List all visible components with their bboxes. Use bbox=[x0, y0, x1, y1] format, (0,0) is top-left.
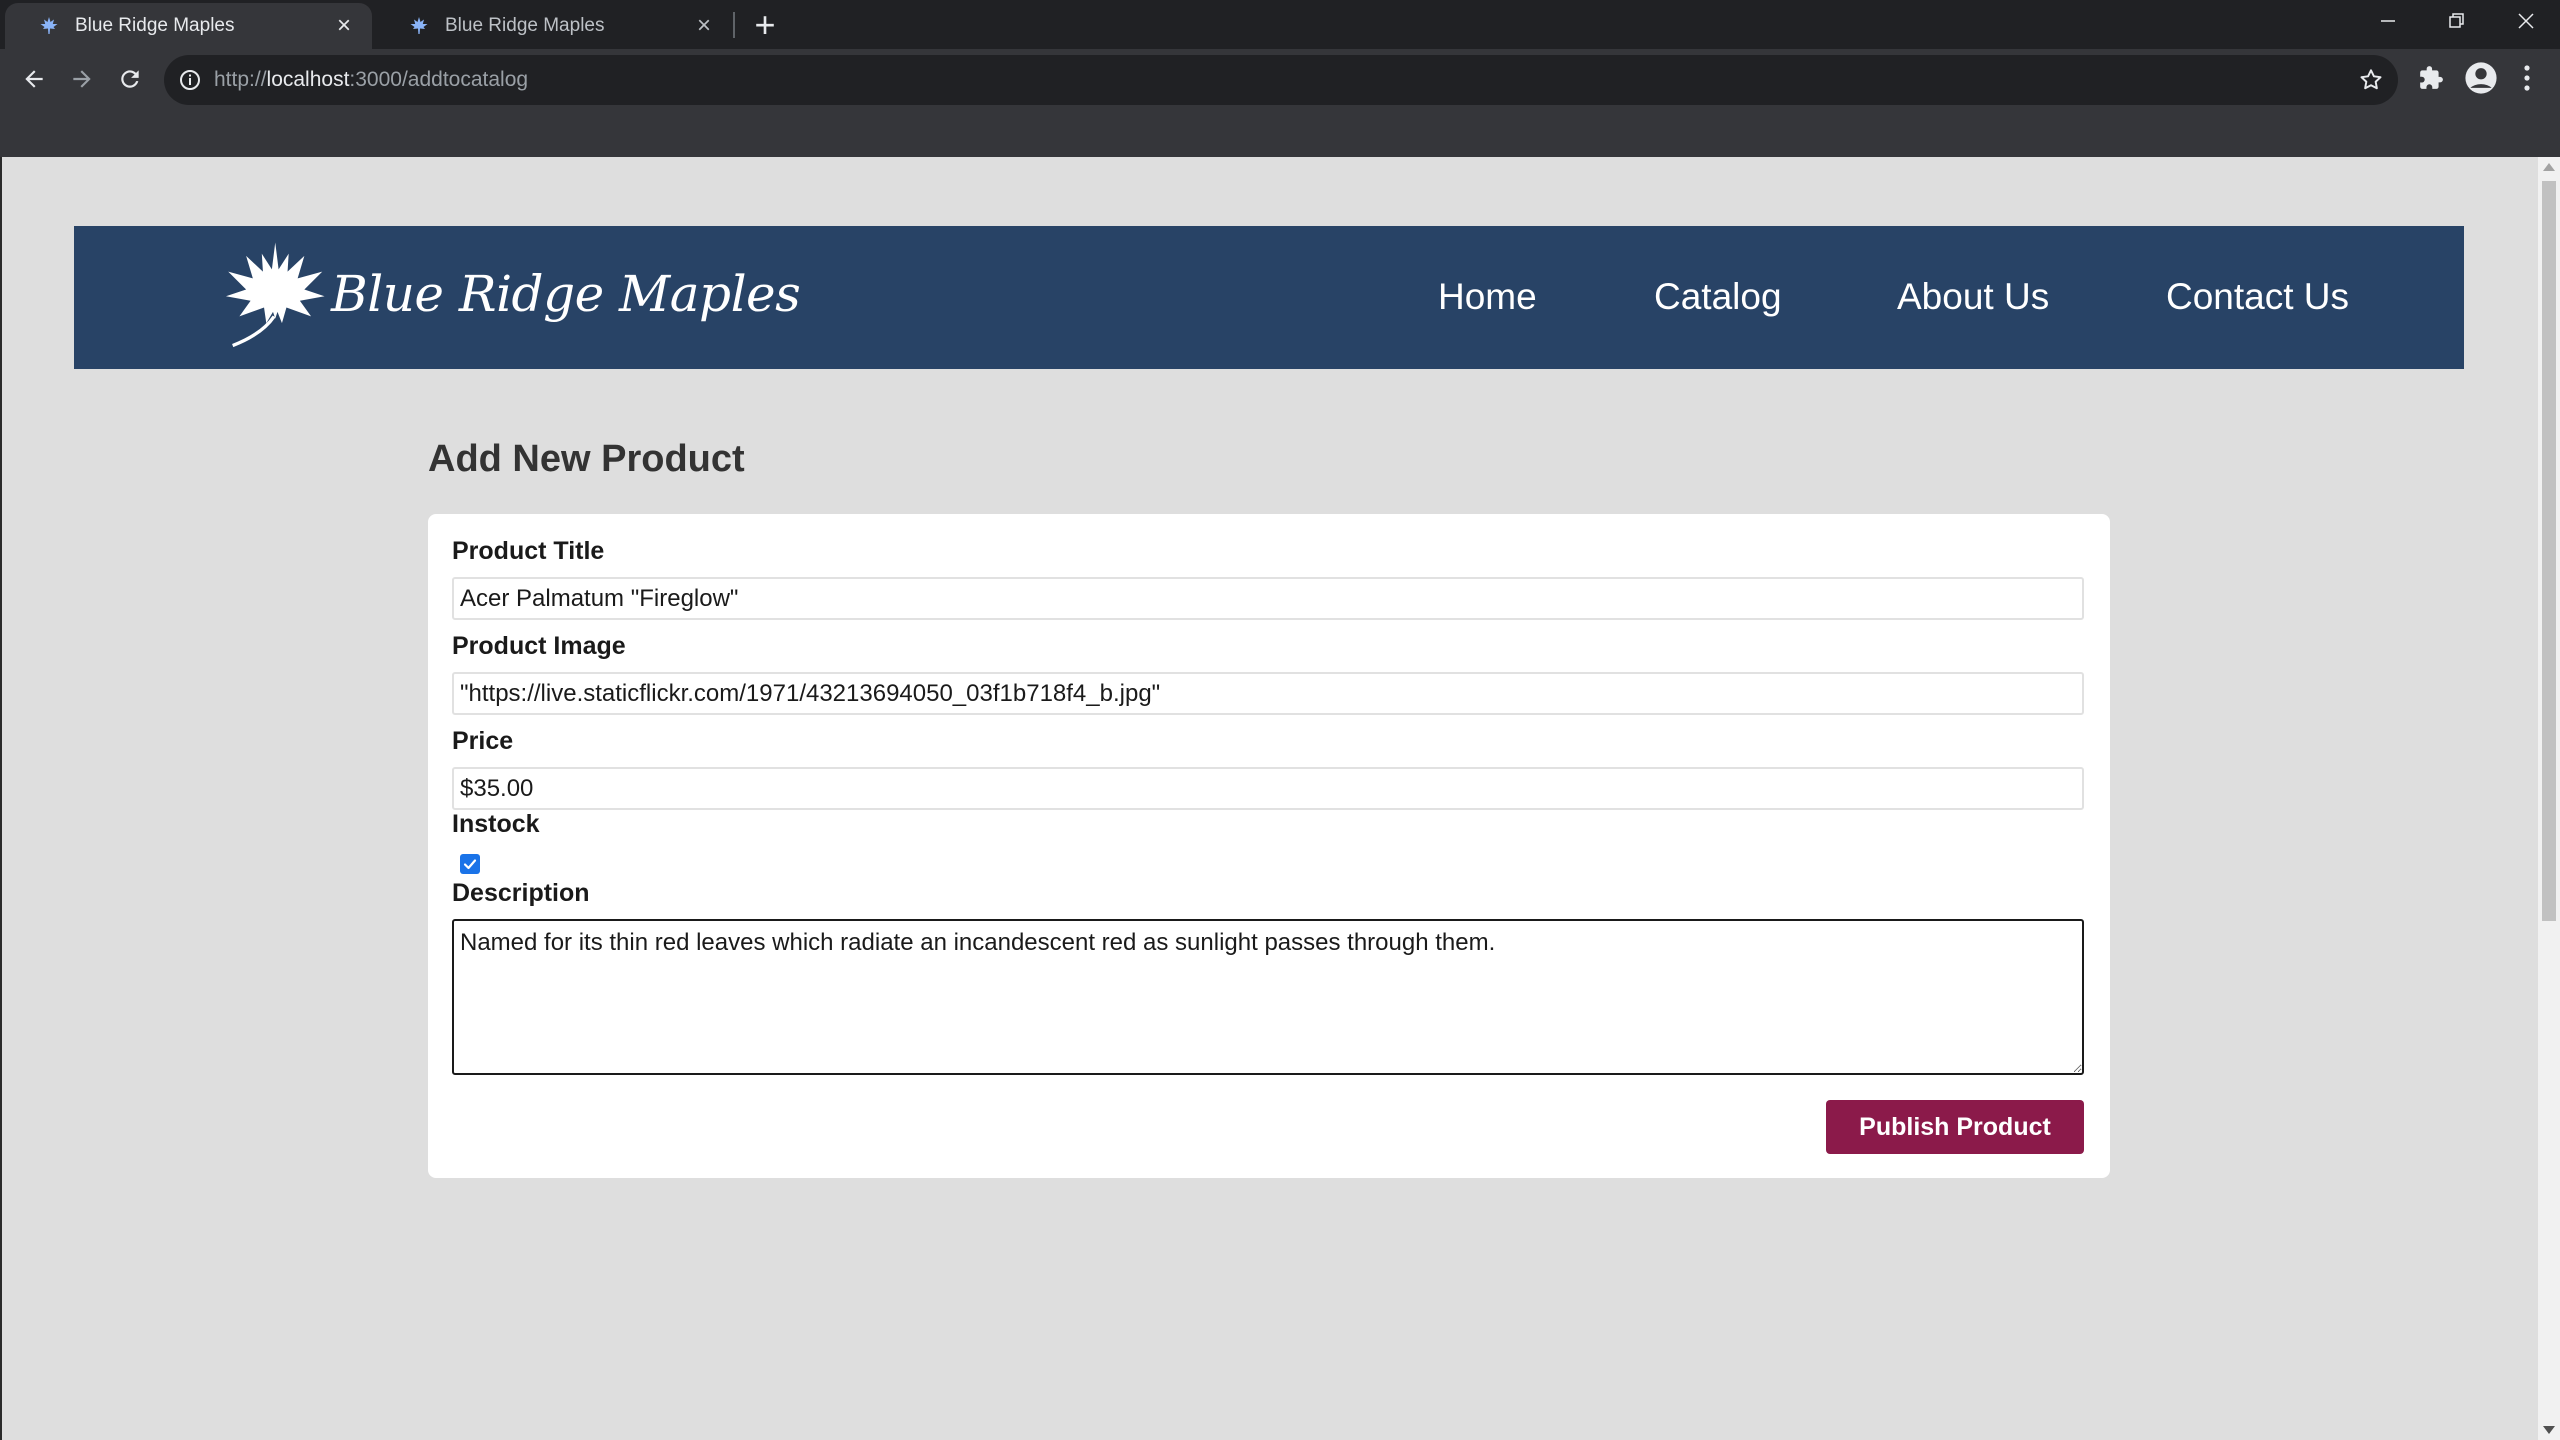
checkmark-icon bbox=[463, 859, 477, 870]
scroll-up-arrow-icon[interactable] bbox=[2543, 163, 2555, 171]
nav-about-us[interactable]: About Us bbox=[1897, 276, 2049, 318]
kebab-menu-icon[interactable] bbox=[2508, 59, 2546, 97]
tab-inactive[interactable]: Blue Ridge Maples × bbox=[375, 3, 732, 49]
price-input[interactable] bbox=[452, 767, 2084, 810]
puzzle-icon[interactable] bbox=[2412, 59, 2450, 97]
url-host: localhost bbox=[266, 68, 350, 91]
product-image-label: Product Image bbox=[452, 632, 626, 660]
browser-toolbar: http://localhost:3000/addtocatalog bbox=[0, 49, 2560, 157]
product-title-label: Product Title bbox=[452, 537, 605, 565]
product-title-input[interactable] bbox=[452, 577, 2084, 620]
star-icon[interactable] bbox=[2358, 67, 2384, 93]
tab-strip: Blue Ridge Maples × Blue Ridge Maples × … bbox=[0, 0, 2560, 49]
site-info-icon[interactable] bbox=[178, 68, 202, 92]
tab-title: Blue Ridge Maples bbox=[445, 15, 605, 36]
publish-product-button[interactable]: Publish Product bbox=[1826, 1100, 2084, 1154]
nav-contact-us[interactable]: Contact Us bbox=[2166, 276, 2349, 318]
description-label: Description bbox=[452, 879, 590, 907]
close-tab-icon[interactable]: × bbox=[332, 14, 356, 38]
window-edge bbox=[0, 157, 2, 1440]
new-tab-plus-icon[interactable]: + bbox=[748, 7, 782, 43]
nav-home[interactable]: Home bbox=[1438, 276, 1537, 318]
url-text: http://localhost:3000/addtocatalog bbox=[214, 68, 528, 92]
address-bar[interactable]: http://localhost:3000/addtocatalog bbox=[164, 55, 2398, 105]
minimize-window-icon[interactable] bbox=[2354, 0, 2422, 42]
url-path: :3000/addtocatalog bbox=[349, 68, 529, 91]
instock-label: Instock bbox=[452, 810, 540, 838]
tab-separator bbox=[733, 12, 735, 38]
maple-leaf-favicon-icon bbox=[37, 14, 61, 38]
description-textarea[interactable]: Named for its thin red leaves which radi… bbox=[452, 919, 2084, 1075]
restore-window-icon[interactable] bbox=[2423, 0, 2491, 42]
reload-icon[interactable] bbox=[108, 57, 152, 101]
close-tab-icon[interactable]: × bbox=[692, 14, 716, 38]
back-arrow-icon[interactable] bbox=[12, 57, 56, 101]
forward-arrow-icon[interactable] bbox=[60, 57, 104, 101]
close-window-icon[interactable] bbox=[2492, 0, 2560, 42]
product-image-input[interactable] bbox=[452, 672, 2084, 715]
scrollbar-thumb[interactable] bbox=[2542, 181, 2556, 921]
instock-checkbox[interactable] bbox=[460, 854, 480, 874]
tab-active[interactable]: Blue Ridge Maples × bbox=[5, 3, 372, 49]
maple-leaf-favicon-icon bbox=[407, 14, 431, 38]
scroll-down-arrow-icon[interactable] bbox=[2543, 1426, 2555, 1434]
price-label: Price bbox=[452, 727, 514, 755]
tab-title: Blue Ridge Maples bbox=[75, 15, 235, 36]
vertical-scrollbar[interactable] bbox=[2538, 157, 2560, 1440]
site-header: Blue Ridge Maples Home Catalog About Us … bbox=[74, 226, 2464, 369]
nav-catalog[interactable]: Catalog bbox=[1654, 276, 1782, 318]
url-scheme: http:// bbox=[214, 68, 267, 91]
product-form: Product Title Product Image Price Instoc… bbox=[428, 514, 2110, 1178]
main-nav: Home Catalog About Us Contact Us bbox=[74, 226, 2464, 369]
page-title: Add New Product bbox=[428, 438, 745, 480]
account-icon[interactable] bbox=[2462, 59, 2500, 97]
